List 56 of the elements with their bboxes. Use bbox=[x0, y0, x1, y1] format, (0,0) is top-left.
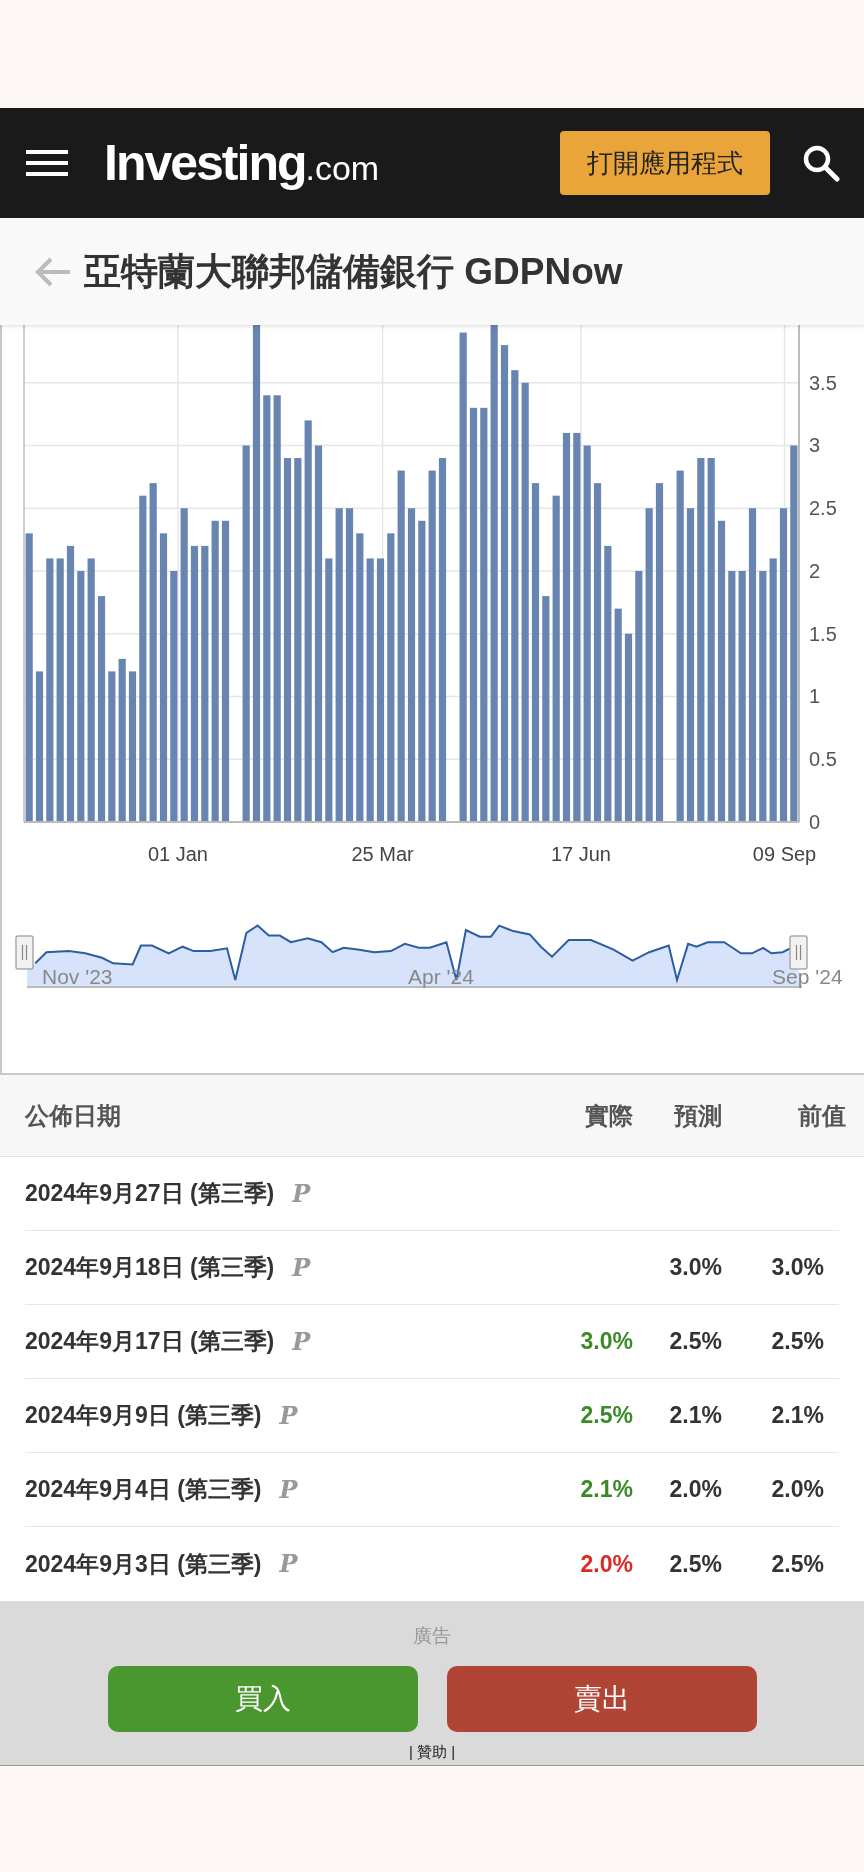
navigator-date-label: Sep '24 bbox=[772, 965, 843, 988]
forecast-value: 2.5% bbox=[669, 1550, 722, 1577]
sponsor-label[interactable]: | 贊助 | bbox=[408, 1744, 456, 1759]
release-date: 2024年9月9日 (第三季) bbox=[25, 1401, 262, 1431]
sell-button[interactable]: 賣出 bbox=[446, 1666, 757, 1732]
y-tick-label: 0 bbox=[809, 811, 821, 833]
x-tick-label: 09 Sep bbox=[752, 843, 817, 865]
site-logo[interactable]: Investing.com bbox=[104, 138, 380, 188]
navigator-date-label: Apr '24 bbox=[408, 965, 474, 988]
y-tick-label: 1 bbox=[809, 685, 821, 708]
x-tick-label: 01 Jan bbox=[147, 843, 208, 865]
actual-value: 2.5% bbox=[580, 1402, 633, 1429]
range-handle[interactable] bbox=[15, 935, 34, 970]
previous-value: 2.5% bbox=[771, 1550, 824, 1577]
actual-column-header: 實際 bbox=[584, 1100, 633, 1131]
forecast-value: 2.0% bbox=[669, 1476, 722, 1503]
y-tick-label: 0.5 bbox=[809, 748, 837, 771]
preliminary-mark: P bbox=[292, 1177, 311, 1210]
forecast-value: 2.5% bbox=[669, 1328, 722, 1355]
release-date: 2024年9月18日 (第三季) bbox=[25, 1253, 275, 1283]
buy-button[interactable]: 買入 bbox=[107, 1666, 418, 1732]
preliminary-mark: P bbox=[279, 1473, 298, 1506]
open-app-button[interactable]: 打開應用程式 bbox=[560, 131, 770, 195]
previous-value: 2.0% bbox=[771, 1476, 824, 1503]
x-tick-label: 25 Mar bbox=[351, 843, 414, 865]
actual-value: 2.1% bbox=[580, 1476, 633, 1503]
preliminary-mark: P bbox=[292, 1251, 311, 1284]
y-tick-label: 3 bbox=[809, 434, 821, 457]
y-tick-label: 1.5 bbox=[809, 622, 837, 645]
date-column-header: 公佈日期 bbox=[25, 1100, 122, 1131]
previous-value: 2.5% bbox=[771, 1328, 824, 1355]
release-date: 2024年9月27日 (第三季) bbox=[25, 1179, 275, 1209]
navigator-date-label: Nov '23 bbox=[42, 965, 113, 988]
previous-column-header: 前值 bbox=[797, 1100, 846, 1131]
y-tick-label: 2.5 bbox=[809, 497, 837, 520]
forecast-value: 2.1% bbox=[669, 1402, 722, 1429]
preliminary-mark: P bbox=[292, 1325, 311, 1358]
y-tick-label: 2 bbox=[809, 560, 821, 582]
release-date: 2024年9月3日 (第三季) bbox=[25, 1549, 262, 1579]
range-handle[interactable] bbox=[789, 935, 808, 970]
search-icon[interactable] bbox=[802, 144, 840, 182]
ad-label: 廣告 bbox=[413, 1626, 451, 1645]
preliminary-mark: P bbox=[279, 1548, 298, 1580]
forecast-value: 3.0% bbox=[669, 1254, 722, 1281]
x-tick-label: 17 Jun bbox=[550, 843, 611, 865]
preliminary-mark: P bbox=[279, 1399, 298, 1432]
actual-value: 2.0% bbox=[580, 1550, 633, 1577]
actual-value: 3.0% bbox=[580, 1328, 633, 1355]
page-title: 亞特蘭大聯邦儲備銀行 GDPNow bbox=[84, 253, 623, 290]
previous-value: 3.0% bbox=[771, 1254, 824, 1281]
forecast-column-header: 預測 bbox=[673, 1100, 722, 1131]
release-date: 2024年9月4日 (第三季) bbox=[25, 1475, 262, 1505]
menu-icon[interactable] bbox=[26, 148, 68, 178]
previous-value: 2.1% bbox=[771, 1402, 824, 1429]
y-tick-label: 3.5 bbox=[809, 371, 837, 394]
release-date: 2024年9月17日 (第三季) bbox=[25, 1327, 275, 1357]
